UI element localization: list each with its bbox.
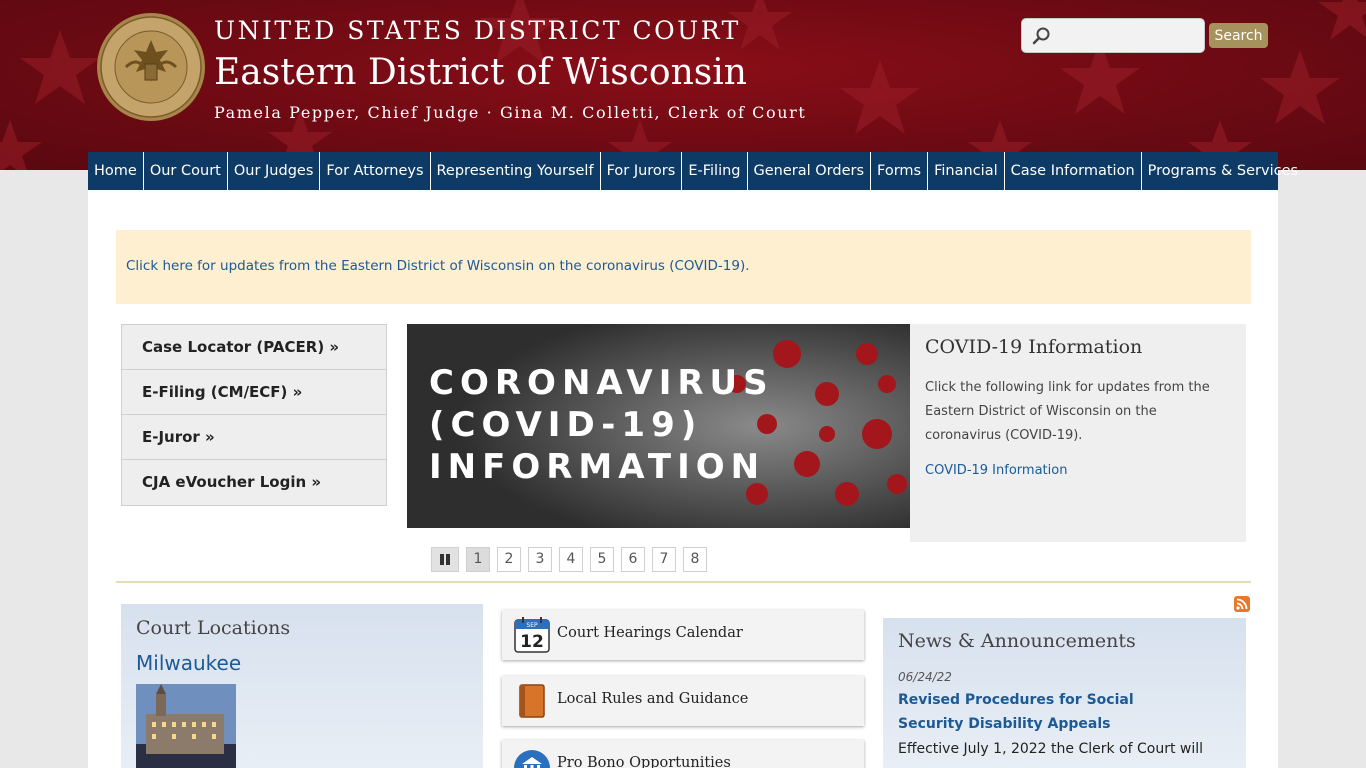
slideshow-pager: 1 2 3 4 5 6 7 8 <box>431 547 714 572</box>
nav-our-court[interactable]: Our Court <box>144 152 228 190</box>
nav-financial[interactable]: Financial <box>928 152 1005 190</box>
courthouse-photo[interactable] <box>136 684 236 768</box>
pause-button[interactable] <box>431 547 459 572</box>
pager-page-1[interactable]: 1 <box>466 547 490 572</box>
search-button[interactable]: Search <box>1209 23 1268 48</box>
court-hearings-calendar-label: Court Hearings Calendar <box>557 625 743 641</box>
calendar-month: SEP <box>526 622 538 629</box>
milwaukee-link[interactable]: Milwaukee <box>136 651 241 675</box>
pause-icon <box>440 554 450 565</box>
search-input[interactable] <box>1056 23 1200 49</box>
slideshow-image[interactable]: CORONAVIRUS (COVID-19) INFORMATION <box>407 324 910 528</box>
pro-bono-card[interactable]: Pro Bono Opportunities <box>502 740 864 768</box>
slide-title: CORONAVIRUS (COVID-19) INFORMATION <box>429 362 774 488</box>
district-name[interactable]: Eastern District of Wisconsin <box>214 52 747 93</box>
nav-for-attorneys[interactable]: For Attorneys <box>320 152 431 190</box>
quick-link-case-locator[interactable]: Case Locator (PACER) » <box>122 325 386 370</box>
covid-alert-banner: Click here for updates from the Eastern … <box>116 230 1251 304</box>
quick-link-e-filing[interactable]: E-Filing (CM/ECF) » <box>122 370 386 415</box>
quick-links: Case Locator (PACER) » E-Filing (CM/ECF)… <box>121 324 387 506</box>
rss-icon[interactable] <box>1234 596 1250 612</box>
nav-home[interactable]: Home <box>88 152 144 190</box>
news-announcements: News & Announcements 06/24/22 Revised Pr… <box>883 618 1246 768</box>
section-divider <box>116 581 1251 583</box>
pager-page-4[interactable]: 4 <box>559 547 583 572</box>
pager-page-2[interactable]: 2 <box>497 547 521 572</box>
news-headline-link[interactable]: Revised Procedures for Social Security D… <box>898 688 1188 736</box>
nav-case-information[interactable]: Case Information <box>1005 152 1142 190</box>
pager-page-6[interactable]: 6 <box>621 547 645 572</box>
pro-bono-label: Pro Bono Opportunities <box>557 755 731 768</box>
quick-link-e-juror[interactable]: E-Juror » <box>122 415 386 460</box>
site-header: UNITED STATES DISTRICT COURT Eastern Dis… <box>0 0 1366 170</box>
main-nav: Home Our Court Our Judges For Attorneys … <box>88 152 1298 190</box>
court-hearings-calendar-card[interactable]: SEP 12 Court Hearings Calendar <box>502 610 864 660</box>
pager-page-7[interactable]: 7 <box>652 547 676 572</box>
court-officers: Pamela Pepper, Chief Judge · Gina M. Col… <box>214 103 807 122</box>
calendar-icon: SEP 12 <box>514 617 550 653</box>
news-body: Effective July 1, 2022 the Clerk of Cour… <box>898 741 1204 757</box>
slide-title-line-3: INFORMATION <box>429 447 766 487</box>
nav-general-orders[interactable]: General Orders <box>748 152 872 190</box>
local-rules-card[interactable]: Local Rules and Guidance <box>502 676 864 726</box>
book-icon <box>519 684 545 718</box>
quick-link-cja-evoucher[interactable]: CJA eVoucher Login » <box>122 460 386 505</box>
locations-title: Court Locations <box>136 617 291 639</box>
slide-title-line-2: (COVID-19) <box>429 405 703 445</box>
caption-text: Click the following link for updates fro… <box>925 380 1210 443</box>
nav-representing-yourself[interactable]: Representing Yourself <box>431 152 601 190</box>
nav-our-judges[interactable]: Our Judges <box>228 152 321 190</box>
local-rules-label: Local Rules and Guidance <box>557 691 749 707</box>
caption-title: COVID-19 Information <box>925 336 1143 358</box>
news-date: 06/24/22 <box>898 670 952 684</box>
pager-page-8[interactable]: 8 <box>683 547 707 572</box>
nav-for-jurors[interactable]: For Jurors <box>601 152 683 190</box>
news-title: News & Announcements <box>898 630 1136 652</box>
nav-forms[interactable]: Forms <box>871 152 929 190</box>
covid-alert-link[interactable]: Click here for updates from the Eastern … <box>126 258 750 274</box>
court-name: UNITED STATES DISTRICT COURT <box>214 16 741 45</box>
search-box <box>1021 18 1205 53</box>
courthouse-icon <box>514 750 550 768</box>
nav-e-filing[interactable]: E-Filing <box>682 152 748 190</box>
court-locations: Court Locations Milwaukee <box>121 604 483 768</box>
slide-caption: COVID-19 Information Click the following… <box>910 324 1246 542</box>
main-content: Click here for updates from the Eastern … <box>88 190 1278 768</box>
nav-programs-services[interactable]: Programs & Services <box>1142 152 1304 190</box>
pager-page-5[interactable]: 5 <box>590 547 614 572</box>
caption-link[interactable]: COVID-19 Information <box>925 463 1067 478</box>
search-icon <box>1032 27 1050 45</box>
court-seal-icon[interactable] <box>96 12 206 122</box>
slide-title-line-1: CORONAVIRUS <box>429 363 774 403</box>
calendar-day: 12 <box>520 632 544 652</box>
pager-page-3[interactable]: 3 <box>528 547 552 572</box>
